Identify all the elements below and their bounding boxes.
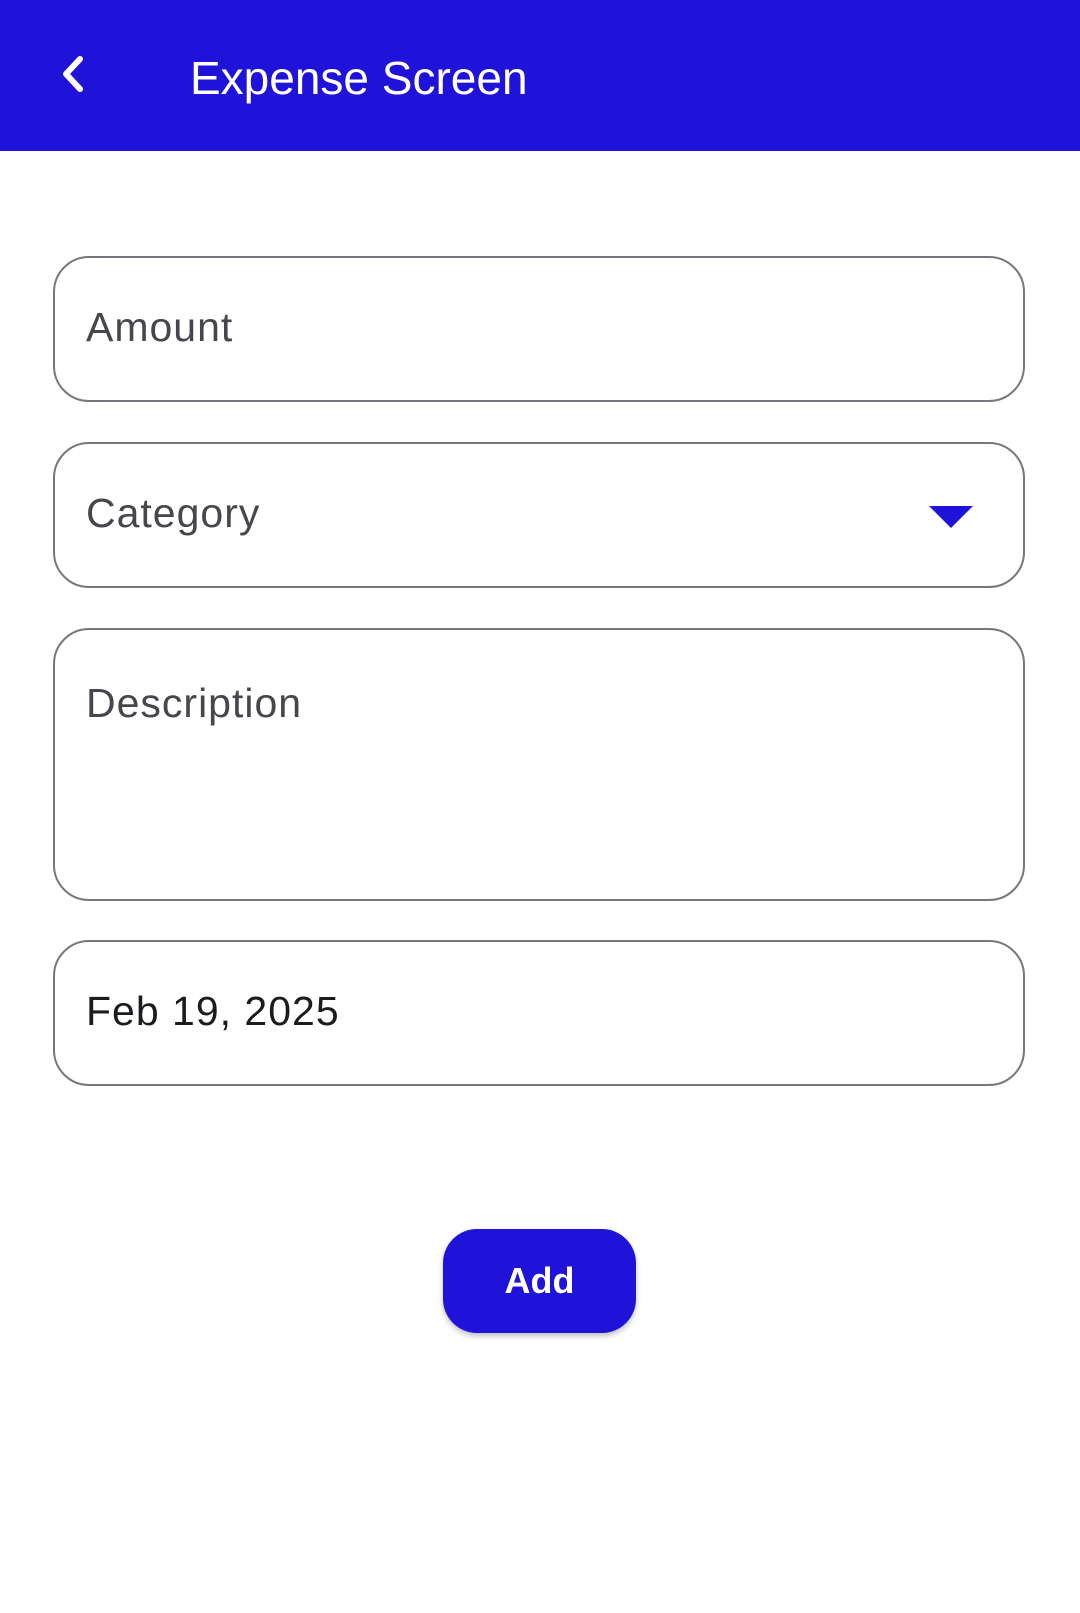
back-button[interactable]	[44, 44, 104, 104]
add-button[interactable]: Add	[443, 1229, 636, 1333]
chevron-left-icon	[63, 56, 83, 92]
date-field[interactable]: Feb 19, 2025	[53, 940, 1025, 1086]
description-label: Description	[86, 680, 303, 726]
category-dropdown[interactable]: Category	[53, 442, 1025, 588]
dropdown-arrow-icon	[929, 506, 973, 528]
amount-field[interactable]: Amount	[53, 256, 1025, 402]
page-title: Expense Screen	[190, 52, 528, 104]
description-field[interactable]: Description	[53, 628, 1025, 901]
date-value: Feb 19, 2025	[86, 988, 340, 1034]
category-label: Category	[86, 490, 261, 536]
app-bar: Expense Screen	[0, 0, 1080, 151]
amount-label: Amount	[86, 304, 234, 350]
